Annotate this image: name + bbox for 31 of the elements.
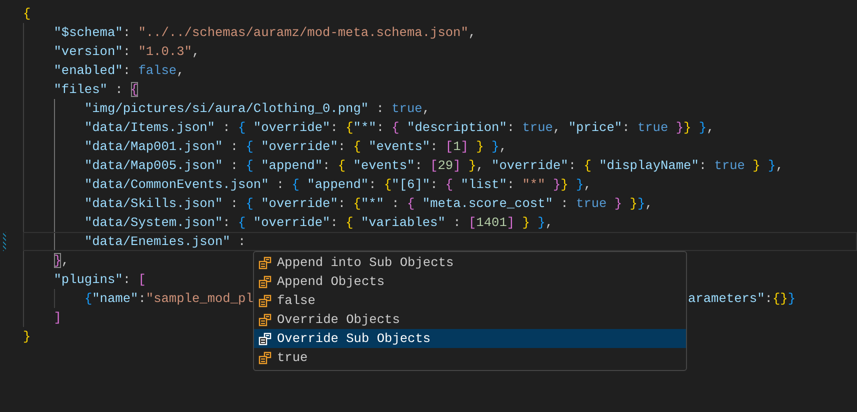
suggestion-item[interactable]: true	[254, 348, 686, 367]
value-icon	[258, 256, 272, 270]
code-line: "plugins": [	[52, 270, 146, 288]
suggestion-item[interactable]: Append Objects	[254, 272, 686, 291]
code-line: {	[23, 4, 31, 22]
code-line: }	[23, 328, 31, 346]
code-line: "$schema": "../../schemas/auramz/mod-meta.schema.json",	[52, 24, 476, 42]
code-line: "data/CommonEvents.json" : { "append": {"[6]": { "list": "*" }} },	[83, 176, 592, 194]
code-line: ]	[52, 308, 62, 326]
code-line: },	[52, 252, 70, 270]
value-icon	[258, 274, 272, 288]
value-icon	[258, 294, 272, 308]
code-line: "enabled": false,	[52, 62, 184, 80]
value-icon	[258, 332, 272, 346]
suggestion-item[interactable]: Append into Sub Objects	[254, 253, 686, 272]
code-line: "data/System.json": { "override": { "variables" : [1401] } },	[83, 214, 553, 232]
code-line: "version": "1.0.3",	[52, 42, 200, 60]
code-line: "img/pictures/si/aura/Clothing_0.png" : true,	[83, 100, 430, 118]
code-line: "data/Skills.json" : { "override": {"*" : { "meta.score_cost" : true } }},	[83, 194, 653, 212]
value-icon	[258, 350, 272, 364]
code-line: arameters":{}}	[688, 290, 796, 308]
code-line: "files" : {	[52, 80, 138, 98]
code-line: {"name":"sample_mod_pl	[83, 290, 254, 308]
code-line: "data/Enemies.json" :	[83, 232, 246, 250]
code-line: "data/Map005.json" : { "append": { "events": [29] }, "override": { "displayName": true } },	[83, 156, 784, 174]
value-icon	[258, 312, 272, 326]
suggestion-item[interactable]: Override Objects	[254, 310, 686, 329]
code-line: "data/Map001.json" : { "override": { "events": [1] } },	[83, 138, 507, 156]
suggestion-item[interactable]: false	[254, 291, 686, 310]
code-line: "data/Items.json" : { "override": {"*": { "description": true, "price": true }} },	[83, 118, 714, 136]
suggestion-item[interactable]: Override Sub Objects	[254, 329, 686, 348]
